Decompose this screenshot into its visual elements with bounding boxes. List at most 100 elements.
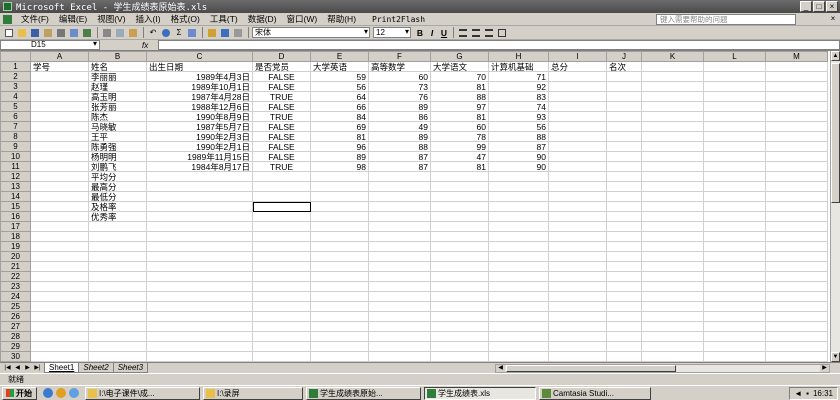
cell[interactable] bbox=[88, 251, 147, 262]
close-button[interactable]: × bbox=[826, 1, 838, 12]
cell[interactable]: FALSE bbox=[252, 121, 311, 132]
row-header[interactable]: 16 bbox=[0, 211, 31, 222]
column-header-d[interactable]: D bbox=[252, 51, 311, 62]
cell[interactable] bbox=[430, 291, 489, 302]
scroll-down-icon[interactable]: ▼ bbox=[831, 352, 840, 362]
cell[interactable] bbox=[488, 321, 549, 332]
merge-center-icon[interactable] bbox=[496, 27, 508, 38]
cell[interactable] bbox=[765, 161, 828, 172]
cell[interactable] bbox=[88, 281, 147, 292]
cell[interactable] bbox=[368, 241, 431, 252]
cell[interactable] bbox=[765, 191, 828, 202]
workbook-close-icon[interactable]: × bbox=[828, 14, 838, 23]
open-icon[interactable] bbox=[16, 27, 28, 38]
cell[interactable]: 最高分 bbox=[88, 181, 147, 192]
column-header-j[interactable]: J bbox=[606, 51, 642, 62]
cell[interactable] bbox=[641, 251, 704, 262]
row-header[interactable]: 2 bbox=[0, 71, 31, 82]
menu-format[interactable]: 格式(O) bbox=[166, 13, 205, 25]
column-header-f[interactable]: F bbox=[368, 51, 431, 62]
cell[interactable] bbox=[606, 291, 642, 302]
cell[interactable] bbox=[252, 241, 311, 252]
cell[interactable] bbox=[310, 221, 369, 232]
row-header[interactable]: 4 bbox=[0, 91, 31, 102]
cell[interactable] bbox=[30, 111, 89, 122]
cell[interactable] bbox=[146, 241, 253, 252]
cell[interactable]: 陈勇强 bbox=[88, 141, 147, 152]
cell[interactable] bbox=[703, 221, 766, 232]
cell[interactable] bbox=[146, 211, 253, 222]
cell[interactable] bbox=[703, 231, 766, 242]
cell[interactable] bbox=[146, 301, 253, 312]
cell[interactable] bbox=[88, 331, 147, 342]
cell[interactable]: 学号 bbox=[30, 61, 89, 72]
cell[interactable] bbox=[252, 341, 311, 352]
cell[interactable] bbox=[430, 261, 489, 272]
cell[interactable] bbox=[606, 151, 642, 162]
align-center-icon[interactable] bbox=[470, 27, 482, 38]
column-header-m[interactable]: M bbox=[765, 51, 828, 62]
permission-icon[interactable] bbox=[42, 27, 54, 38]
cell[interactable] bbox=[88, 341, 147, 352]
copy-icon[interactable] bbox=[114, 27, 126, 38]
hyperlink-icon[interactable] bbox=[160, 27, 172, 38]
align-left-icon[interactable] bbox=[457, 27, 469, 38]
column-header-h[interactable]: H bbox=[488, 51, 549, 62]
column-header-i[interactable]: I bbox=[548, 51, 607, 62]
cell[interactable] bbox=[606, 241, 642, 252]
row-header[interactable]: 3 bbox=[0, 81, 31, 92]
cell[interactable] bbox=[488, 331, 549, 342]
cell[interactable] bbox=[703, 161, 766, 172]
tab-sheet3[interactable]: Sheet3 bbox=[112, 363, 149, 373]
tab-sheet2[interactable]: Sheet2 bbox=[78, 363, 114, 373]
menu-file[interactable]: 文件(F) bbox=[16, 13, 54, 25]
cell[interactable] bbox=[703, 251, 766, 262]
underline-button[interactable]: U bbox=[438, 28, 450, 38]
cell[interactable] bbox=[310, 261, 369, 272]
cell[interactable]: 张芳丽 bbox=[88, 101, 147, 112]
cell[interactable] bbox=[765, 131, 828, 142]
menu-window[interactable]: 窗口(W) bbox=[282, 13, 323, 25]
cell[interactable] bbox=[548, 111, 607, 122]
cell[interactable]: 60 bbox=[430, 121, 489, 132]
cell[interactable] bbox=[641, 131, 704, 142]
cell[interactable] bbox=[548, 161, 607, 172]
cell[interactable]: 56 bbox=[310, 81, 369, 92]
last-sheet-icon[interactable]: ▶| bbox=[33, 364, 42, 373]
cell[interactable] bbox=[488, 341, 549, 352]
cell[interactable] bbox=[146, 201, 253, 212]
start-button[interactable]: 开始 bbox=[2, 386, 37, 400]
cell[interactable] bbox=[368, 321, 431, 332]
cell[interactable] bbox=[310, 311, 369, 322]
cell[interactable]: 大学语文 bbox=[430, 61, 489, 72]
cell[interactable] bbox=[548, 171, 607, 182]
cell[interactable] bbox=[252, 271, 311, 282]
cell[interactable] bbox=[30, 191, 89, 202]
cell[interactable]: 71 bbox=[488, 71, 549, 82]
cell[interactable] bbox=[641, 221, 704, 232]
cell[interactable] bbox=[146, 351, 253, 362]
cell[interactable] bbox=[146, 341, 253, 352]
formula-input[interactable] bbox=[158, 40, 840, 50]
cell[interactable] bbox=[765, 211, 828, 222]
cell[interactable] bbox=[765, 151, 828, 162]
row-header[interactable]: 21 bbox=[0, 261, 31, 272]
cell[interactable] bbox=[641, 121, 704, 132]
cell[interactable] bbox=[765, 221, 828, 232]
cell[interactable]: 优秀率 bbox=[88, 211, 147, 222]
cell[interactable] bbox=[30, 321, 89, 332]
cell[interactable] bbox=[703, 201, 766, 212]
cell-table[interactable]: A B C D E F G H I J K L M 1 学号 姓名 出生日期 是否党员大… bbox=[0, 51, 828, 362]
cell[interactable] bbox=[548, 151, 607, 162]
cell[interactable] bbox=[765, 281, 828, 292]
cell[interactable] bbox=[430, 301, 489, 312]
cell[interactable] bbox=[30, 201, 89, 212]
task-folder-recording[interactable]: I:\录屏 bbox=[203, 386, 303, 400]
cell[interactable] bbox=[146, 321, 253, 332]
cell[interactable] bbox=[252, 281, 311, 292]
cell[interactable] bbox=[488, 221, 549, 232]
tab-sheet1[interactable]: Sheet1 bbox=[44, 363, 80, 373]
cell[interactable] bbox=[88, 351, 147, 362]
cell[interactable] bbox=[430, 251, 489, 262]
undo-icon[interactable]: ↶ bbox=[147, 27, 159, 38]
